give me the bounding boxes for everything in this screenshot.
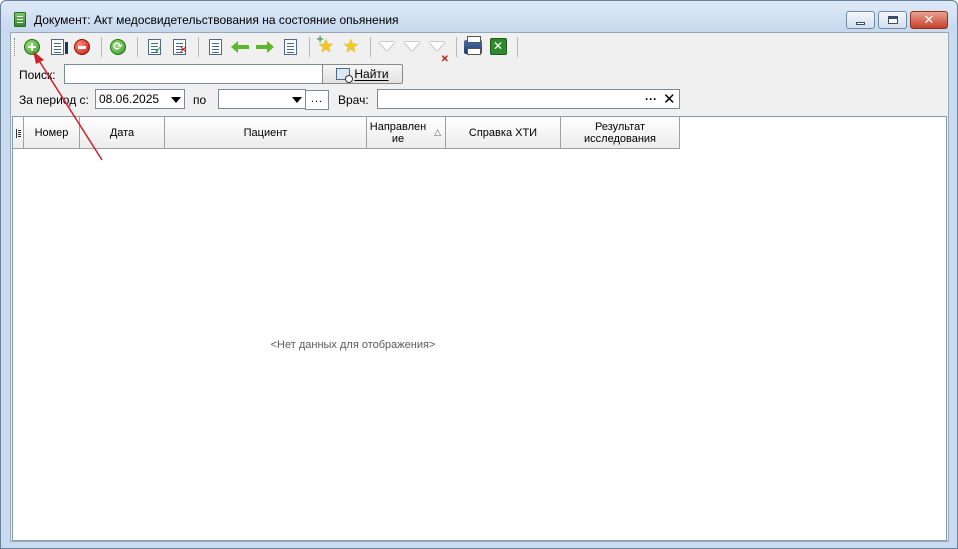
- move-right-doc-button[interactable]: [279, 36, 301, 58]
- filter-panel: Поиск: Найти За период с: 08.06.2025 по …: [11, 61, 948, 117]
- export-excel-button[interactable]: ✕: [487, 36, 509, 58]
- column-chooser-button[interactable]: [13, 117, 24, 149]
- data-grid[interactable]: Номер Дата Пациент Направление △ Справка…: [12, 116, 947, 541]
- doctor-field[interactable]: [377, 89, 680, 109]
- find-icon: [336, 68, 354, 83]
- minimize-button[interactable]: [846, 11, 875, 29]
- doctor-clear-button[interactable]: ✕: [663, 92, 676, 107]
- approve-button[interactable]: ✓: [143, 36, 165, 58]
- doc-check-icon: ✓: [147, 38, 163, 55]
- add-circle-icon: [24, 38, 40, 55]
- period-from-label: За период с:: [19, 93, 89, 107]
- find-button-label: Найти: [354, 67, 389, 81]
- empty-grid-message: <Нет данных для отображения>: [270, 339, 436, 351]
- doc-x-icon: ✕: [172, 38, 188, 55]
- toolbar-separator: [370, 36, 371, 57]
- column-header-result[interactable]: Результат исследования: [561, 117, 680, 149]
- print-button[interactable]: [462, 35, 484, 58]
- find-button[interactable]: Найти: [322, 64, 403, 84]
- column-header-number[interactable]: Номер: [24, 117, 80, 149]
- arrow-right-icon: [256, 40, 274, 53]
- window-title: Документ: Акт медосвидетельствования на …: [34, 13, 399, 27]
- forward-button[interactable]: [254, 36, 276, 58]
- chevron-down-icon[interactable]: [292, 97, 302, 103]
- filter-icon: [379, 42, 395, 51]
- toolbar-grip[interactable]: [14, 37, 17, 56]
- search-label: Поиск:: [19, 68, 56, 82]
- add-favorite-button[interactable]: ★ +: [315, 33, 337, 58]
- toolbar-separator: [101, 36, 102, 57]
- delete-button[interactable]: [71, 36, 93, 58]
- document-app-icon: [14, 12, 26, 27]
- toolbar-separator: [456, 36, 457, 57]
- sort-ascending-icon: △: [434, 128, 441, 138]
- period-to-label: по: [193, 93, 207, 107]
- maximize-icon: [887, 16, 898, 24]
- edit-button[interactable]: [46, 36, 68, 58]
- filter-edit-button[interactable]: [401, 36, 423, 58]
- delete-circle-icon: [74, 38, 90, 55]
- doctor-label: Врач:: [338, 93, 369, 107]
- grid-header: Номер Дата Пациент Направление △ Справка…: [13, 117, 680, 149]
- period-more-button[interactable]: ...: [305, 90, 329, 110]
- column-chooser-icon: [15, 128, 21, 138]
- printer-icon: [464, 35, 482, 55]
- column-header-referral[interactable]: Направление △: [367, 117, 446, 149]
- toolbar-separator: [137, 36, 138, 57]
- filter-clear-button[interactable]: ✕: [426, 36, 449, 65]
- app-window: Документ: Акт медосвидетельствования на …: [0, 0, 958, 549]
- doc-move-icon: [283, 38, 297, 55]
- title-bar[interactable]: Документ: Акт медосвидетельствования на …: [1, 1, 957, 32]
- close-icon: ✕: [923, 12, 935, 28]
- favorites-button[interactable]: ★: [340, 36, 362, 58]
- add-button[interactable]: [21, 36, 43, 58]
- refresh-button[interactable]: ⟳: [107, 36, 129, 58]
- doctor-select-button[interactable]: ···: [645, 92, 657, 106]
- doc-move-icon: [208, 38, 222, 55]
- star-add-icon: ★ +: [315, 33, 335, 57]
- filter-edit-icon: [404, 42, 420, 51]
- minimize-icon: [856, 21, 865, 25]
- search-input[interactable]: [64, 64, 323, 84]
- filter-clear-icon: ✕: [429, 42, 449, 65]
- toolbar: ⟳ ✓ ✕ ★ + ★ ✕ ✕: [11, 33, 948, 65]
- back-button[interactable]: [229, 36, 251, 58]
- column-header-hti[interactable]: Справка ХТИ: [446, 117, 561, 149]
- client-area: ⟳ ✓ ✕ ★ + ★ ✕ ✕ Поиск: Найти За период с…: [10, 32, 949, 542]
- arrow-left-icon: [231, 40, 249, 53]
- column-header-patient[interactable]: Пациент: [165, 117, 367, 149]
- excel-icon: ✕: [489, 38, 507, 55]
- edit-doc-icon: [50, 38, 68, 55]
- filter-button[interactable]: [376, 36, 398, 58]
- column-header-date[interactable]: Дата: [80, 117, 165, 149]
- toolbar-separator: [309, 36, 310, 57]
- maximize-button[interactable]: [878, 11, 907, 29]
- close-button[interactable]: ✕: [910, 11, 948, 29]
- star-icon: ★: [342, 35, 360, 57]
- toolbar-separator: [517, 36, 518, 57]
- move-left-doc-button[interactable]: [204, 36, 226, 58]
- reject-button[interactable]: ✕: [168, 36, 190, 58]
- toolbar-separator: [198, 36, 199, 57]
- refresh-icon: ⟳: [110, 38, 126, 55]
- chevron-down-icon[interactable]: [171, 97, 181, 103]
